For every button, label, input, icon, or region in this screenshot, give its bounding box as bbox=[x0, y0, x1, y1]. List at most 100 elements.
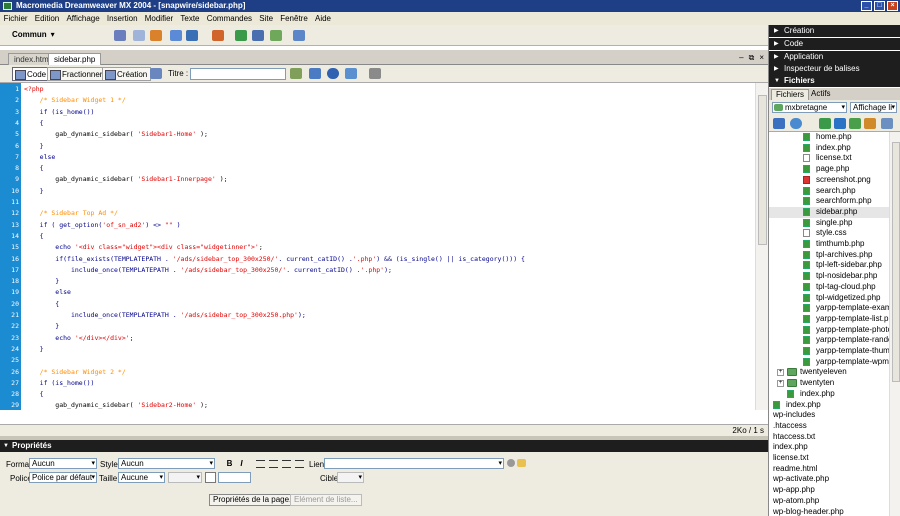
file-tree-item[interactable]: timthumb.php bbox=[769, 239, 889, 250]
files-scrollbar-thumb[interactable] bbox=[892, 142, 900, 382]
code-line[interactable]: { bbox=[24, 299, 59, 310]
menu-site[interactable]: Site bbox=[256, 12, 277, 25]
insert-category-dropdown[interactable]: Commun bbox=[12, 30, 55, 39]
file-tree-item[interactable]: single.php bbox=[769, 218, 889, 229]
file-tree-item[interactable]: wp-blog-header.php bbox=[769, 507, 889, 516]
minimize-button[interactable]: _ bbox=[861, 1, 872, 11]
file-tree-item[interactable]: + twentyten bbox=[769, 378, 889, 389]
table-icon[interactable] bbox=[170, 30, 182, 41]
file-tree-item[interactable]: license.txt bbox=[769, 453, 889, 464]
file-tree-item[interactable]: wp-atom.php bbox=[769, 496, 889, 507]
code-line[interactable]: else bbox=[24, 152, 56, 163]
file-tree-item[interactable]: wp-activate.php bbox=[769, 474, 889, 485]
file-tree-item[interactable]: screenshot.png bbox=[769, 175, 889, 186]
menu-commandes[interactable]: Commandes bbox=[203, 12, 256, 25]
italic-button[interactable]: I bbox=[237, 459, 246, 468]
file-tree-item[interactable]: wp-app.php bbox=[769, 485, 889, 496]
file-tree-item[interactable]: htaccess.txt bbox=[769, 432, 889, 443]
refresh-files-icon[interactable] bbox=[790, 118, 802, 129]
file-tree-item[interactable]: index.php bbox=[769, 400, 889, 411]
align-left-icon[interactable] bbox=[256, 460, 265, 468]
hyperlink-icon[interactable] bbox=[114, 30, 126, 41]
align-center-icon[interactable] bbox=[269, 460, 278, 468]
file-tree-item[interactable]: style.css bbox=[769, 228, 889, 239]
expand-panel-icon[interactable] bbox=[881, 118, 893, 129]
panel-files[interactable]: Fichiers bbox=[769, 75, 900, 87]
code-line[interactable]: } bbox=[24, 321, 59, 332]
file-tree[interactable]: home.php index.php license.txt page.php scre… bbox=[769, 132, 889, 516]
menu-fichier[interactable]: Fichier bbox=[0, 12, 31, 25]
code-line[interactable]: include_once(TEMPLATEPATH . '/ads/sideba… bbox=[24, 265, 392, 276]
anchor-icon[interactable] bbox=[150, 30, 162, 41]
doc-minimize-icon[interactable]: – bbox=[739, 53, 743, 63]
put-files-icon[interactable] bbox=[834, 118, 846, 129]
color-picker[interactable] bbox=[205, 472, 216, 483]
preview-browser-icon[interactable] bbox=[327, 68, 339, 79]
file-tree-item[interactable]: tpl-nosidebar.php bbox=[769, 271, 889, 282]
code-line[interactable]: /* Sidebar Widget 2 */ bbox=[24, 367, 126, 378]
file-tree-item[interactable]: yarpp-template-list.php bbox=[769, 314, 889, 325]
refresh-icon[interactable] bbox=[345, 68, 357, 79]
menu-fenetre[interactable]: Fenêtre bbox=[277, 12, 312, 25]
bold-button[interactable]: B bbox=[225, 459, 234, 468]
file-tree-item[interactable]: + twentyeleven bbox=[769, 367, 889, 378]
editor-scrollbar[interactable] bbox=[755, 83, 768, 410]
connect-icon[interactable] bbox=[773, 118, 785, 129]
tab-fichiers[interactable]: Fichiers bbox=[771, 89, 810, 100]
file-tree-item[interactable]: tpl-left-sidebar.php bbox=[769, 260, 889, 271]
file-tree-item[interactable]: tpl-tag-cloud.php bbox=[769, 282, 889, 293]
code-line[interactable]: { bbox=[24, 118, 44, 129]
panel-creation[interactable]: Création bbox=[769, 25, 900, 37]
code-line[interactable]: if ( get_option('of_sn_ad2') <> "" ) bbox=[24, 220, 181, 231]
panel-tag-inspector[interactable]: Inspecteur de balises bbox=[769, 63, 900, 75]
file-tree-item[interactable]: sidebar.php bbox=[769, 206, 889, 218]
page-properties-button[interactable]: Propriétés de la page... bbox=[209, 494, 300, 506]
file-tree-item[interactable]: tpl-widgetized.php bbox=[769, 293, 889, 304]
menu-modifier[interactable]: Modifier bbox=[141, 12, 177, 25]
code-line[interactable]: <?php bbox=[24, 84, 44, 95]
menu-texte[interactable]: Texte bbox=[177, 12, 203, 25]
code-line[interactable]: if (is_home()) bbox=[24, 107, 95, 118]
file-management-icon[interactable] bbox=[309, 68, 321, 79]
file-tree-item[interactable]: yarpp-template-thumbn bbox=[769, 346, 889, 357]
view-options-icon[interactable] bbox=[369, 68, 381, 79]
code-line[interactable]: { bbox=[24, 389, 44, 400]
point-to-file-icon[interactable] bbox=[507, 459, 515, 467]
validate-icon[interactable] bbox=[290, 68, 302, 79]
date-icon[interactable] bbox=[252, 30, 264, 41]
file-tree-item[interactable]: yarpp-template-wpml.ph bbox=[769, 357, 889, 368]
file-tree-item[interactable]: tpl-archives.php bbox=[769, 250, 889, 261]
templates-icon[interactable] bbox=[293, 30, 305, 41]
check-in-icon[interactable] bbox=[864, 118, 876, 129]
layer-icon[interactable] bbox=[186, 30, 198, 41]
browse-folder-icon[interactable] bbox=[517, 459, 526, 467]
code-line[interactable]: gab_dynamic_sidebar( 'Sidebar2-Home' ); bbox=[24, 400, 208, 410]
scrollbar-thumb[interactable] bbox=[758, 95, 767, 245]
maximize-button[interactable]: □ bbox=[874, 1, 885, 11]
font-select[interactable]: Police par défaut bbox=[29, 472, 97, 483]
file-tree-item[interactable]: index.php bbox=[769, 389, 889, 400]
properties-header[interactable]: Propriétés bbox=[0, 440, 768, 452]
media-icon[interactable] bbox=[235, 30, 247, 41]
file-tree-item[interactable]: yarpp-template-random bbox=[769, 335, 889, 346]
panel-code[interactable]: Code bbox=[769, 38, 900, 50]
link-input[interactable] bbox=[324, 458, 504, 469]
align-right-icon[interactable] bbox=[282, 460, 291, 468]
tab-sidebar-php[interactable]: sidebar.php bbox=[48, 53, 102, 65]
file-tree-item[interactable]: home.php bbox=[769, 132, 889, 143]
menu-aide[interactable]: Aide bbox=[311, 12, 334, 25]
panel-application[interactable]: Application bbox=[769, 51, 900, 63]
code-line[interactable]: if(file_exists(TEMPLATEPATH . '/ads/side… bbox=[24, 254, 525, 265]
code-line[interactable]: } bbox=[24, 276, 59, 287]
image-icon[interactable] bbox=[212, 30, 224, 41]
code-view-button[interactable]: Code bbox=[12, 67, 51, 81]
file-tree-item[interactable]: searchform.php bbox=[769, 196, 889, 207]
code-line[interactable]: } bbox=[24, 141, 44, 152]
file-tree-item[interactable]: search.php bbox=[769, 186, 889, 197]
target-select[interactable] bbox=[337, 472, 364, 483]
check-out-icon[interactable] bbox=[849, 118, 861, 129]
color-input[interactable] bbox=[218, 472, 251, 483]
code-line[interactable]: echo '</div></div>'; bbox=[24, 333, 133, 344]
doc-restore-icon[interactable]: ⧉ bbox=[749, 53, 755, 63]
code-line[interactable]: { bbox=[24, 163, 44, 174]
